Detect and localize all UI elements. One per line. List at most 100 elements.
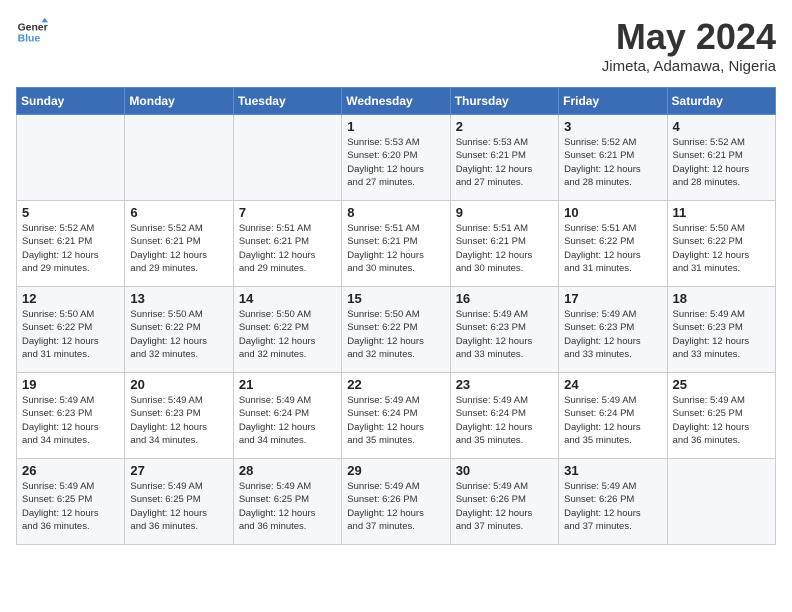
- day-number: 8: [347, 205, 444, 220]
- cell-sun-info: Sunrise: 5:51 AM Sunset: 6:21 PM Dayligh…: [239, 222, 336, 275]
- svg-text:Blue: Blue: [18, 34, 41, 45]
- cell-sun-info: Sunrise: 5:51 AM Sunset: 6:21 PM Dayligh…: [456, 222, 553, 275]
- title-block: May 2024 Jimeta, Adamawa, Nigeria: [602, 16, 776, 75]
- day-of-week-header: Saturday: [667, 88, 775, 115]
- calendar-cell: [233, 115, 341, 201]
- calendar-header: SundayMondayTuesdayWednesdayThursdayFrid…: [17, 88, 776, 115]
- calendar-cell: 27 Sunrise: 5:49 AM Sunset: 6:25 PM Dayli…: [125, 459, 233, 545]
- day-number: 29: [347, 463, 444, 478]
- cell-sun-info: Sunrise: 5:49 AM Sunset: 6:23 PM Dayligh…: [456, 308, 553, 361]
- cell-sun-info: Sunrise: 5:49 AM Sunset: 6:23 PM Dayligh…: [22, 394, 119, 447]
- calendar-cell: 31 Sunrise: 5:49 AM Sunset: 6:26 PM Dayli…: [559, 459, 667, 545]
- day-number: 4: [673, 119, 770, 134]
- day-of-week-header: Thursday: [450, 88, 558, 115]
- calendar-cell: [667, 459, 775, 545]
- calendar-table: SundayMondayTuesdayWednesdayThursdayFrid…: [16, 87, 776, 545]
- day-number: 24: [564, 377, 661, 392]
- cell-sun-info: Sunrise: 5:50 AM Sunset: 6:22 PM Dayligh…: [239, 308, 336, 361]
- calendar-week-row: 5 Sunrise: 5:52 AM Sunset: 6:21 PM Daylig…: [17, 201, 776, 287]
- cell-sun-info: Sunrise: 5:53 AM Sunset: 6:20 PM Dayligh…: [347, 136, 444, 189]
- calendar-week-row: 19 Sunrise: 5:49 AM Sunset: 6:23 PM Dayli…: [17, 373, 776, 459]
- cell-sun-info: Sunrise: 5:49 AM Sunset: 6:23 PM Dayligh…: [673, 308, 770, 361]
- cell-sun-info: Sunrise: 5:49 AM Sunset: 6:25 PM Dayligh…: [673, 394, 770, 447]
- day-number: 20: [130, 377, 227, 392]
- page-header: General Blue May 2024 Jimeta, Adamawa, N…: [16, 16, 776, 75]
- calendar-cell: 6Sunrise: 5:52 AM Sunset: 6:21 PM Daylig…: [125, 201, 233, 287]
- cell-sun-info: Sunrise: 5:49 AM Sunset: 6:23 PM Dayligh…: [130, 394, 227, 447]
- calendar-cell: 24 Sunrise: 5:49 AM Sunset: 6:24 PM Dayli…: [559, 373, 667, 459]
- cell-sun-info: Sunrise: 5:52 AM Sunset: 6:21 PM Dayligh…: [564, 136, 661, 189]
- calendar-cell: 25 Sunrise: 5:49 AM Sunset: 6:25 PM Dayli…: [667, 373, 775, 459]
- day-number: 12: [22, 291, 119, 306]
- day-number: 10: [564, 205, 661, 220]
- calendar-cell: 29 Sunrise: 5:49 AM Sunset: 6:26 PM Dayli…: [342, 459, 450, 545]
- day-number: 27: [130, 463, 227, 478]
- calendar-cell: 30 Sunrise: 5:49 AM Sunset: 6:26 PM Dayli…: [450, 459, 558, 545]
- cell-sun-info: Sunrise: 5:49 AM Sunset: 6:25 PM Dayligh…: [22, 480, 119, 533]
- cell-sun-info: Sunrise: 5:51 AM Sunset: 6:21 PM Dayligh…: [347, 222, 444, 275]
- cell-sun-info: Sunrise: 5:53 AM Sunset: 6:21 PM Dayligh…: [456, 136, 553, 189]
- day-number: 22: [347, 377, 444, 392]
- day-of-week-header: Monday: [125, 88, 233, 115]
- day-number: 17: [564, 291, 661, 306]
- calendar-cell: 17Sunrise: 5:49 AM Sunset: 6:23 PM Dayli…: [559, 287, 667, 373]
- day-number: 15: [347, 291, 444, 306]
- day-number: 28: [239, 463, 336, 478]
- cell-sun-info: Sunrise: 5:49 AM Sunset: 6:25 PM Dayligh…: [239, 480, 336, 533]
- calendar-cell: 11 Sunrise: 5:50 AM Sunset: 6:22 PM Dayli…: [667, 201, 775, 287]
- month-title: May 2024: [602, 16, 776, 58]
- cell-sun-info: Sunrise: 5:52 AM Sunset: 6:21 PM Dayligh…: [673, 136, 770, 189]
- day-of-week-header: Wednesday: [342, 88, 450, 115]
- svg-text:General: General: [18, 22, 48, 33]
- day-number: 7: [239, 205, 336, 220]
- calendar-cell: 12 Sunrise: 5:50 AM Sunset: 6:22 PM Dayli…: [17, 287, 125, 373]
- calendar-cell: 15 Sunrise: 5:50 AM Sunset: 6:22 PM Dayli…: [342, 287, 450, 373]
- logo: General Blue: [16, 16, 48, 48]
- day-number: 26: [22, 463, 119, 478]
- cell-sun-info: Sunrise: 5:49 AM Sunset: 6:25 PM Dayligh…: [130, 480, 227, 533]
- day-of-week-header: Sunday: [17, 88, 125, 115]
- calendar-cell: 5Sunrise: 5:52 AM Sunset: 6:21 PM Daylig…: [17, 201, 125, 287]
- cell-sun-info: Sunrise: 5:49 AM Sunset: 6:26 PM Dayligh…: [564, 480, 661, 533]
- day-number: 30: [456, 463, 553, 478]
- calendar-cell: 18Sunrise: 5:49 AM Sunset: 6:23 PM Dayli…: [667, 287, 775, 373]
- cell-sun-info: Sunrise: 5:49 AM Sunset: 6:24 PM Dayligh…: [456, 394, 553, 447]
- day-number: 5: [22, 205, 119, 220]
- cell-sun-info: Sunrise: 5:49 AM Sunset: 6:24 PM Dayligh…: [564, 394, 661, 447]
- calendar-cell: 14Sunrise: 5:50 AM Sunset: 6:22 PM Dayli…: [233, 287, 341, 373]
- day-number: 16: [456, 291, 553, 306]
- day-number: 19: [22, 377, 119, 392]
- day-number: 1: [347, 119, 444, 134]
- cell-sun-info: Sunrise: 5:50 AM Sunset: 6:22 PM Dayligh…: [673, 222, 770, 275]
- cell-sun-info: Sunrise: 5:49 AM Sunset: 6:26 PM Dayligh…: [347, 480, 444, 533]
- cell-sun-info: Sunrise: 5:51 AM Sunset: 6:22 PM Dayligh…: [564, 222, 661, 275]
- calendar-cell: 16 Sunrise: 5:49 AM Sunset: 6:23 PM Dayli…: [450, 287, 558, 373]
- day-number: 11: [673, 205, 770, 220]
- day-of-week-header: Tuesday: [233, 88, 341, 115]
- calendar-body: 1 Sunrise: 5:53 AM Sunset: 6:20 PM Daylig…: [17, 115, 776, 545]
- calendar-cell: 19 Sunrise: 5:49 AM Sunset: 6:23 PM Dayli…: [17, 373, 125, 459]
- calendar-cell: 9Sunrise: 5:51 AM Sunset: 6:21 PM Daylig…: [450, 201, 558, 287]
- calendar-cell: 28 Sunrise: 5:49 AM Sunset: 6:25 PM Dayli…: [233, 459, 341, 545]
- calendar-cell: 23Sunrise: 5:49 AM Sunset: 6:24 PM Dayli…: [450, 373, 558, 459]
- day-number: 31: [564, 463, 661, 478]
- day-number: 13: [130, 291, 227, 306]
- calendar-cell: 4 Sunrise: 5:52 AM Sunset: 6:21 PM Daylig…: [667, 115, 775, 201]
- calendar-cell: 10 Sunrise: 5:51 AM Sunset: 6:22 PM Dayli…: [559, 201, 667, 287]
- cell-sun-info: Sunrise: 5:49 AM Sunset: 6:24 PM Dayligh…: [239, 394, 336, 447]
- day-number: 3: [564, 119, 661, 134]
- cell-sun-info: Sunrise: 5:52 AM Sunset: 6:21 PM Dayligh…: [130, 222, 227, 275]
- cell-sun-info: Sunrise: 5:50 AM Sunset: 6:22 PM Dayligh…: [130, 308, 227, 361]
- calendar-cell: [17, 115, 125, 201]
- day-number: 2: [456, 119, 553, 134]
- day-number: 21: [239, 377, 336, 392]
- day-number: 25: [673, 377, 770, 392]
- location-subtitle: Jimeta, Adamawa, Nigeria: [602, 58, 776, 75]
- calendar-cell: 8 Sunrise: 5:51 AM Sunset: 6:21 PM Daylig…: [342, 201, 450, 287]
- cell-sun-info: Sunrise: 5:50 AM Sunset: 6:22 PM Dayligh…: [347, 308, 444, 361]
- cell-sun-info: Sunrise: 5:50 AM Sunset: 6:22 PM Dayligh…: [22, 308, 119, 361]
- calendar-cell: 2 Sunrise: 5:53 AM Sunset: 6:21 PM Daylig…: [450, 115, 558, 201]
- cell-sun-info: Sunrise: 5:49 AM Sunset: 6:26 PM Dayligh…: [456, 480, 553, 533]
- calendar-cell: 26 Sunrise: 5:49 AM Sunset: 6:25 PM Dayli…: [17, 459, 125, 545]
- calendar-week-row: 1 Sunrise: 5:53 AM Sunset: 6:20 PM Daylig…: [17, 115, 776, 201]
